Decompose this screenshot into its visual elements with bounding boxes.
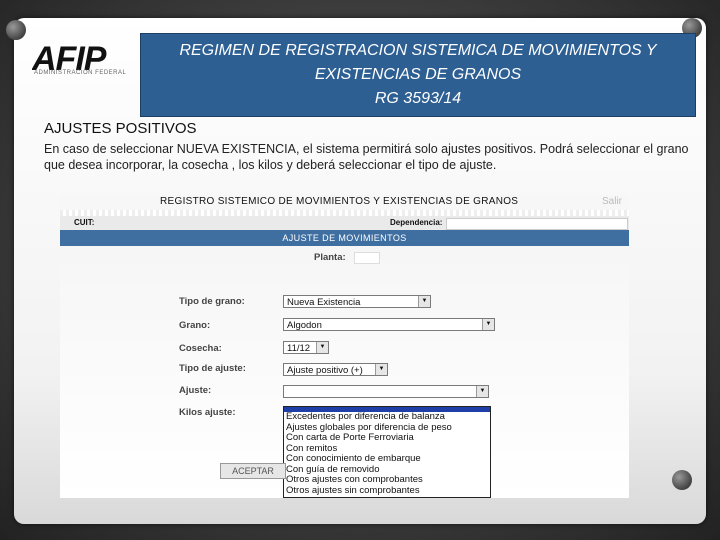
corner-rivet-bottom-right: [672, 470, 692, 490]
tipo-grano-value: Nueva Existencia: [287, 297, 361, 308]
title-line-3: RG 3593/14: [374, 90, 462, 107]
planta-label: Planta:: [314, 252, 346, 263]
ajuste-label: Ajuste:: [179, 385, 212, 396]
salir-link[interactable]: Salir: [602, 196, 622, 207]
info-bar: CUIT: Dependencia:: [60, 216, 629, 231]
app-screenshot: REGISTRO SISTEMICO DE MOVIMIENTOS Y EXIS…: [60, 195, 629, 498]
chevron-down-icon: ▼: [418, 296, 430, 307]
ajuste-option[interactable]: Con conocimiento de embarque: [284, 454, 490, 465]
tipo-grano-label: Tipo de grano:: [179, 296, 245, 307]
chevron-down-icon: ▼: [476, 386, 488, 397]
grano-label: Grano:: [179, 320, 211, 331]
chevron-down-icon: ▼: [316, 342, 328, 353]
app-header: REGISTRO SISTEMICO DE MOVIMIENTOS Y EXIS…: [60, 195, 629, 210]
presentation-title: REGIMEN DE REGISTRACION SISTEMICA DE MOV…: [140, 33, 696, 117]
dependencia-field: [446, 218, 628, 230]
kilos-label: Kilos ajuste:: [179, 407, 236, 418]
cosecha-value: 11/12: [287, 343, 311, 354]
title-line-2: EXISTENCIAS DE GRANOS: [314, 66, 522, 83]
chevron-down-icon: ▼: [482, 319, 494, 330]
section-title: AJUSTES POSITIVOS: [44, 120, 197, 137]
app-header-title: REGISTRO SISTEMICO DE MOVIMIENTOS Y EXIS…: [160, 196, 519, 207]
tipo-ajuste-select[interactable]: Ajuste positivo (+) ▼: [283, 363, 388, 376]
tipo-ajuste-label: Tipo de ajuste:: [179, 363, 246, 374]
ajuste-select[interactable]: ▼: [283, 385, 489, 398]
tipo-grano-select[interactable]: Nueva Existencia ▼: [283, 295, 431, 308]
ajuste-option[interactable]: Ajustes globales por diferencia de peso: [284, 423, 490, 434]
ajuste-section-header: AJUSTE DE MOVIMIENTOS: [60, 230, 629, 246]
cuit-label: CUIT:: [74, 218, 95, 227]
ajuste-option[interactable]: Otros ajustes sin comprobantes: [284, 486, 490, 497]
ajuste-option[interactable]: Con guía de removido: [284, 465, 490, 476]
section-description: En caso de seleccionar NUEVA EXISTENCIA,…: [44, 142, 689, 172]
cosecha-select[interactable]: 11/12 ▼: [283, 341, 329, 354]
accept-button[interactable]: ACEPTAR: [220, 463, 286, 479]
ajuste-option[interactable]: Con remitos: [284, 444, 490, 455]
ajuste-option[interactable]: Excedentes por diferencia de balanza: [284, 412, 490, 423]
chevron-down-icon: ▼: [375, 364, 387, 375]
planta-field: [354, 252, 380, 264]
logo-subtitle: ADMINISTRACION FEDERAL: [34, 70, 127, 76]
grano-select[interactable]: Algodon ▼: [283, 318, 495, 331]
ajuste-option[interactable]: Con carta de Porte Ferroviaria: [284, 433, 490, 444]
ajuste-dropdown-list[interactable]: Excedentes por diferencia de balanza Aju…: [283, 406, 491, 498]
cosecha-label: Cosecha:: [179, 343, 222, 354]
dependencia-label: Dependencia:: [390, 218, 443, 227]
ajuste-option[interactable]: Otros ajustes con comprobantes: [284, 475, 490, 486]
grano-value: Algodon: [287, 320, 322, 331]
title-line-1: REGIMEN DE REGISTRACION SISTEMICA DE MOV…: [179, 42, 657, 59]
tipo-ajuste-value: Ajuste positivo (+): [287, 365, 363, 376]
slide-background: AFIP ADMINISTRACION FEDERAL REGIMEN DE R…: [0, 0, 720, 540]
corner-rivet-top-left: [6, 20, 26, 40]
